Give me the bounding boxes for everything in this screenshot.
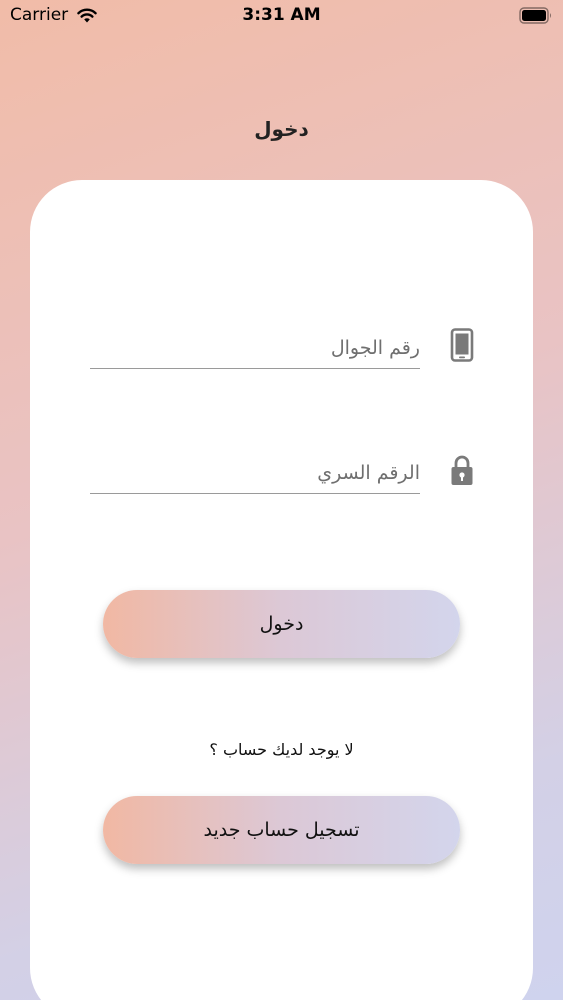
battery-icon — [519, 7, 551, 24]
password-input[interactable] — [90, 453, 420, 493]
smartphone-icon — [450, 328, 474, 362]
register-button[interactable]: تسجيل حساب جديد — [103, 796, 460, 864]
phone-field — [90, 328, 420, 369]
login-card: دخول لا يوجد لديك حساب ؟ تسجيل حساب جديد — [30, 180, 533, 1000]
status-time: 3:31 AM — [242, 5, 321, 25]
password-field — [90, 453, 420, 494]
status-bar: Carrier 3:31 AM — [0, 0, 563, 32]
lock-icon — [451, 455, 473, 485]
login-button[interactable]: دخول — [103, 590, 460, 658]
page-title: دخول — [254, 117, 309, 141]
phone-input[interactable] — [90, 328, 420, 368]
no-account-text: لا يوجد لديك حساب ؟ — [209, 740, 354, 759]
